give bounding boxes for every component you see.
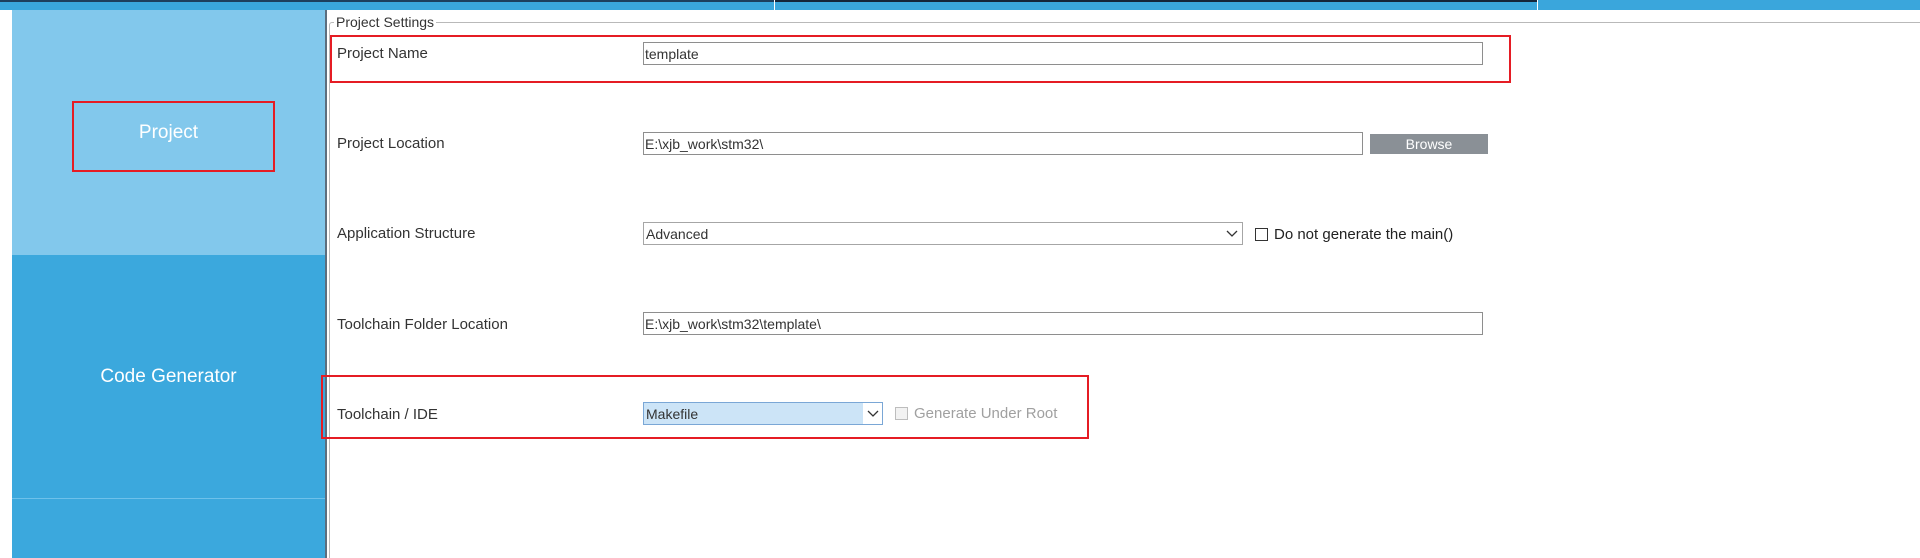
generate-under-root-checkbox: Generate Under Root: [895, 405, 1057, 422]
sidebar-tab-code-generator[interactable]: Code Generator: [12, 255, 325, 498]
sidebar-divider: [325, 10, 327, 558]
chevron-down-icon[interactable]: [1222, 223, 1242, 244]
do-not-generate-main-checkbox[interactable]: Do not generate the main(): [1255, 226, 1453, 243]
browse-button[interactable]: Browse: [1370, 134, 1488, 154]
generate-under-root-label: Generate Under Root: [914, 405, 1058, 422]
toolchain-folder-label: Toolchain Folder Location: [337, 316, 508, 333]
project-location-input[interactable]: [643, 132, 1363, 155]
checkbox-icon: [895, 407, 908, 420]
top-tab-strip: [0, 0, 1920, 10]
do-not-generate-main-label: Do not generate the main(): [1274, 226, 1454, 243]
tab-indicator-left: [0, 0, 775, 2]
sidebar-tab-project[interactable]: Project: [12, 10, 325, 255]
application-structure-select[interactable]: Advanced: [643, 222, 1243, 245]
toolchain-ide-select[interactable]: Makefile: [643, 402, 883, 425]
project-location-label: Project Location: [337, 135, 445, 152]
toolchain-folder-input[interactable]: [643, 312, 1483, 335]
sidebar-tab-advanced[interactable]: [12, 498, 325, 558]
toolchain-ide-label: Toolchain / IDE: [337, 406, 438, 423]
project-settings-group: [329, 22, 1920, 558]
sidebar: Project Code Generator: [12, 10, 325, 558]
sidebar-tab-label: Code Generator: [100, 365, 237, 387]
checkbox-icon[interactable]: [1255, 228, 1268, 241]
project-name-input[interactable]: [643, 42, 1483, 65]
toolchain-ide-value: Makefile: [646, 405, 699, 422]
application-structure-value: Advanced: [646, 225, 709, 242]
project-name-label: Project Name: [337, 45, 428, 62]
sidebar-tab-label: Project: [138, 121, 199, 143]
tab-separator: [774, 0, 775, 10]
chevron-down-icon[interactable]: [862, 403, 882, 424]
project-settings-legend: Project Settings: [334, 14, 437, 30]
tab-indicator-right: [775, 0, 1537, 2]
tab-separator: [1537, 0, 1538, 10]
application-structure-label: Application Structure: [337, 225, 476, 242]
